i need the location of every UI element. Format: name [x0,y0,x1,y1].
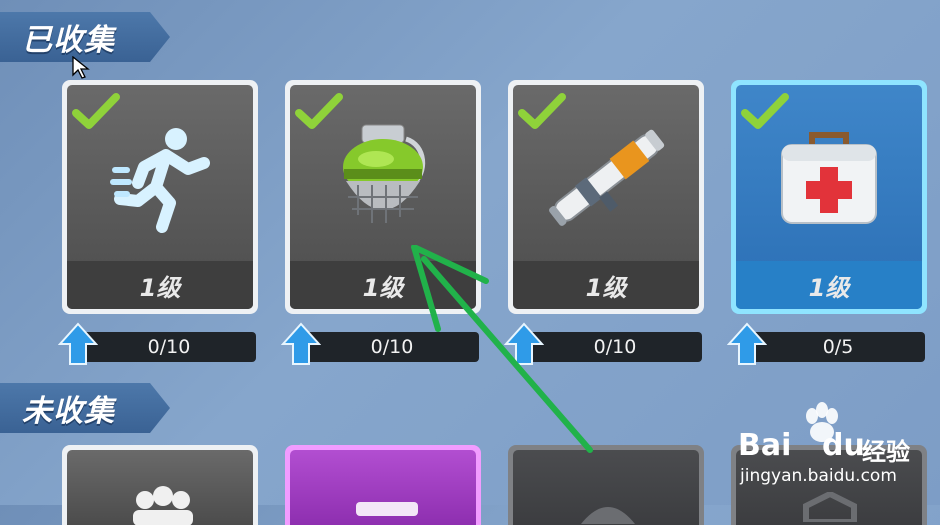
skill-card-medkit[interactable]: 1级 [731,80,927,314]
uncollected-section-banner: 未收集 [0,383,170,433]
sprint-icon [110,128,210,233]
level-label: 1级 [67,261,253,309]
upgrade-arrow-icon[interactable] [727,322,767,366]
watermark-brand-suffix: du [822,428,865,463]
upgrade-arrow-icon[interactable] [281,322,321,366]
rocket-launcher-icon [549,129,665,226]
annotation-arrow-icon [411,245,593,453]
skill-icon [803,492,857,522]
level-label: 1级 [736,261,922,309]
skill-card-sprint[interactable]: 1级 [62,80,258,314]
medkit-icon [781,132,877,224]
uncollected-card[interactable] [62,445,258,525]
collected-section-title: 已收集 [22,23,115,58]
mouse-cursor-icon [72,56,90,79]
uncollected-card[interactable] [285,445,481,525]
collected-section-banner: 已收集 [0,12,170,62]
skill-icon [133,486,193,525]
skill-icon [581,507,635,524]
progress-bar: 0/10 [82,332,256,362]
grenade-icon [343,124,426,223]
skill-icon [356,502,418,516]
watermark-brand: Bai [738,428,792,463]
progress-bar: 0/5 [751,332,925,362]
watermark-url: jingyan.baidu.com [740,466,897,486]
upgrade-arrow-icon[interactable] [58,322,98,366]
uncollected-section-title: 未收集 [22,394,115,429]
watermark-product: 经验 [862,438,910,466]
uncollected-card[interactable] [508,445,704,525]
baidu-jingyan-watermark: Bai du 经验 jingyan.baidu.com [738,402,928,492]
